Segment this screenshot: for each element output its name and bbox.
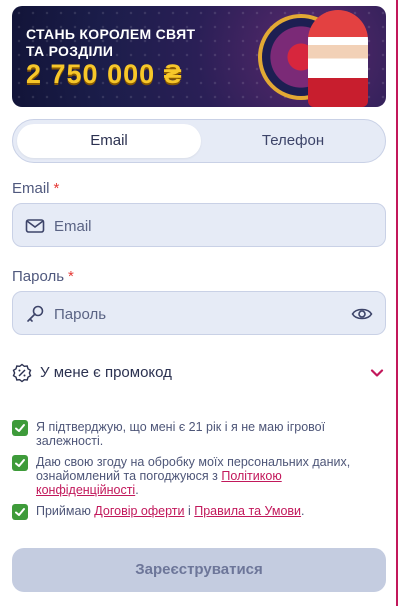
right-edge-rule	[396, 0, 398, 606]
key-icon	[27, 305, 44, 322]
banner-santa-image	[308, 10, 368, 107]
age-confirmation-checkbox[interactable]	[12, 420, 28, 436]
password-field[interactable]	[12, 291, 386, 336]
checkmark-icon	[15, 459, 25, 467]
privacy-consent-text: Даю свою згоду на обробку моїх персональ…	[36, 455, 366, 497]
email-label: Email *	[12, 180, 59, 197]
email-field[interactable]	[12, 203, 386, 248]
password-label-text: Пароль	[12, 268, 65, 285]
password-label: Пароль *	[12, 268, 74, 285]
privacy-consent-row: Даю свою згоду на обробку моїх персональ…	[12, 455, 372, 499]
terms-acceptance-middle: і	[184, 504, 195, 518]
banner-headline-line1: СТАНЬ КОРОЛЕМ СВЯТ	[26, 26, 196, 42]
eye-icon[interactable]	[351, 304, 373, 324]
email-input[interactable]	[52, 204, 346, 248]
promo-code-label: У мене є промокод	[40, 364, 172, 381]
promo-banner[interactable]: СТАНЬ КОРОЛЕМ СВЯТ ТА РОЗДІЛИ 2 750 000 …	[12, 6, 386, 107]
age-confirmation-text: Я підтверджую, що мені є 21 рік і я не м…	[36, 420, 326, 448]
privacy-consent-tail: .	[135, 483, 139, 497]
envelope-icon	[25, 219, 45, 233]
checkmark-icon	[15, 424, 25, 432]
promo-badge-icon	[12, 363, 32, 383]
banner-headline-line2: ТА РОЗДІЛИ	[26, 43, 114, 59]
tab-email[interactable]: Email	[17, 124, 201, 158]
email-label-text: Email	[12, 180, 50, 197]
privacy-consent-checkbox[interactable]	[12, 455, 28, 471]
password-input[interactable]	[52, 292, 346, 336]
terms-and-conditions-link[interactable]: Правила та Умови	[194, 504, 301, 518]
privacy-consent-text-main: Даю свою згоду на обробку моїх персональ…	[36, 455, 351, 483]
register-button[interactable]: Зареєструватися	[12, 548, 386, 592]
chevron-down-icon[interactable]	[370, 366, 384, 380]
registration-method-tabs: Email Телефон	[12, 119, 386, 163]
promo-code-toggle[interactable]: У мене є промокод	[12, 360, 386, 386]
tab-phone[interactable]: Телефон	[203, 124, 383, 158]
terms-acceptance-text: Приймаю Договір оферти і Правила та Умов…	[36, 504, 366, 518]
email-required-mark: *	[53, 180, 60, 197]
banner-prize-amount: 2 750 000 ₴	[26, 59, 183, 89]
terms-acceptance-checkbox[interactable]	[12, 504, 28, 520]
terms-acceptance-row: Приймаю Договір оферти і Правила та Умов…	[12, 504, 372, 522]
password-required-mark: *	[68, 268, 74, 285]
terms-acceptance-tail: .	[301, 504, 305, 518]
terms-acceptance-text-main: Приймаю	[36, 504, 95, 518]
checkmark-icon	[15, 508, 25, 516]
age-confirmation-row: Я підтверджую, що мені є 21 рік і я не м…	[12, 420, 372, 450]
offer-agreement-link[interactable]: Договір оферти	[94, 504, 184, 518]
